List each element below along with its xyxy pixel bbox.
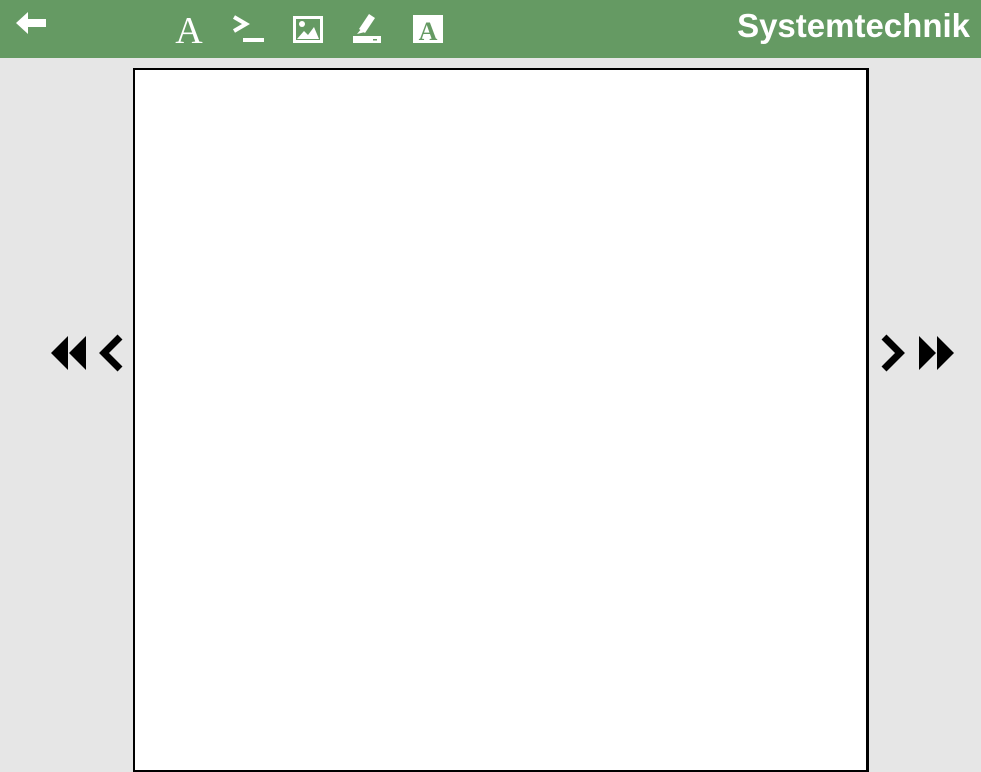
chevron-left-icon <box>99 334 123 372</box>
double-chevron-left-icon <box>51 336 86 370</box>
previous-page-button[interactable] <box>98 333 128 373</box>
text-tool-button[interactable]: A <box>170 10 208 48</box>
terminal-tool-button[interactable] <box>230 10 268 48</box>
boxed-letter-a-icon: A <box>413 15 443 46</box>
first-page-button[interactable] <box>50 333 90 373</box>
last-page-button[interactable] <box>917 333 957 373</box>
document-page[interactable] <box>133 68 869 772</box>
svg-text:A: A <box>175 10 203 48</box>
signature-tool-button[interactable] <box>349 10 387 48</box>
font-tool-button[interactable]: A <box>409 10 447 48</box>
next-page-button[interactable] <box>876 333 906 373</box>
double-chevron-right-icon <box>919 336 954 370</box>
signature-pen-icon <box>353 14 381 43</box>
page-title: Systemtechnik <box>737 7 970 44</box>
top-toolbar: A A Systemtechnik <box>0 0 981 58</box>
serif-letter-a-icon: A <box>175 10 203 48</box>
arrow-left-icon <box>16 12 46 34</box>
image-icon <box>293 16 323 43</box>
terminal-prompt-icon <box>232 15 264 42</box>
image-tool-button[interactable] <box>289 10 327 48</box>
back-button[interactable] <box>12 8 52 42</box>
svg-text:A: A <box>419 17 438 46</box>
chevron-right-icon <box>881 334 905 372</box>
